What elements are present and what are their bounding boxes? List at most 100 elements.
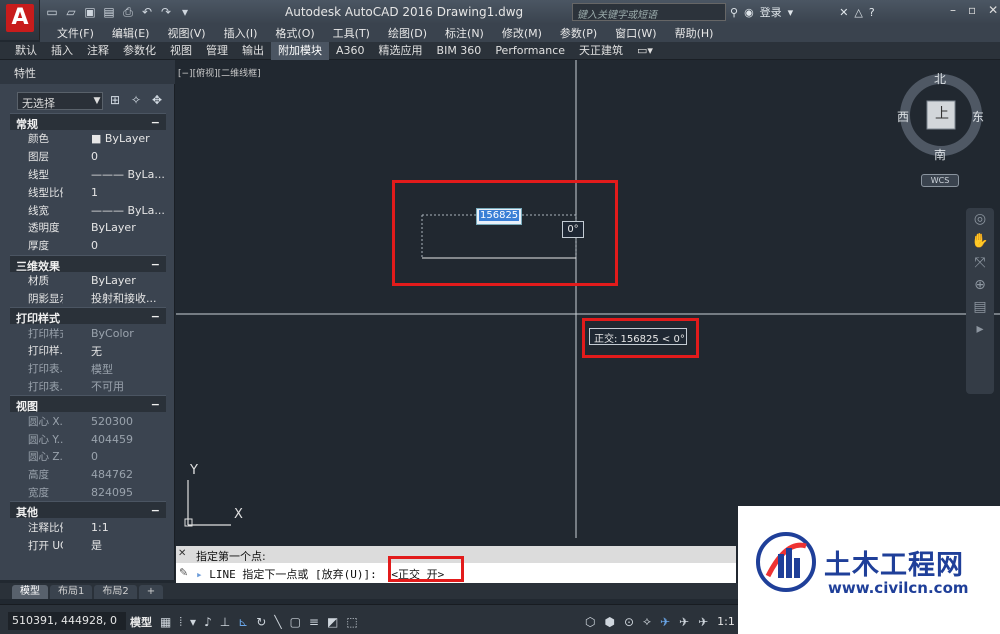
compass-south[interactable]: 南 — [934, 146, 946, 163]
property-value[interactable]: ——— ByLa... — [63, 204, 166, 217]
property-value[interactable]: 模型 — [63, 361, 166, 377]
layout-tab[interactable]: 模型 — [12, 585, 48, 599]
pan-icon[interactable]: ✋ — [966, 230, 994, 252]
section-header[interactable]: 视图 − — [10, 395, 166, 413]
section-header[interactable]: 常规 − — [10, 113, 166, 131]
layout-tab[interactable]: 布局2 — [94, 585, 137, 599]
snap-dropdown-icon[interactable]: ▾ — [190, 615, 196, 629]
sign-in-dropdown-icon[interactable]: ▾ — [788, 6, 794, 19]
ribbon-tab[interactable]: 管理 — [199, 42, 235, 60]
menu-item[interactable]: 编辑(E) — [103, 25, 159, 41]
viewport-controls[interactable]: [−][俯视][二维线框] — [178, 66, 261, 79]
annotation-visibility-icon[interactable]: ✈ — [660, 615, 670, 629]
property-row[interactable]: 注释比例1:1 — [10, 518, 166, 536]
grid-icon[interactable]: ▦ — [160, 615, 171, 629]
undo-icon[interactable]: ↶ — [139, 4, 155, 20]
layout-tab[interactable]: 布局1 — [50, 585, 93, 599]
ribbon-tab[interactable]: 注释 — [80, 42, 116, 60]
search-input[interactable]: 键入关键字或短语 — [572, 3, 726, 21]
redo-icon[interactable]: ↷ — [158, 4, 174, 20]
property-value[interactable]: 不可用 — [63, 378, 166, 394]
property-value[interactable]: ■ ByLayer — [63, 132, 166, 145]
zoom-extents-icon[interactable]: ⤧ — [966, 252, 994, 274]
menu-item[interactable]: 修改(M) — [493, 25, 551, 41]
collapse-icon[interactable]: − — [151, 258, 160, 271]
section-header[interactable]: 其他 − — [10, 501, 166, 519]
print-icon[interactable]: ⎙ — [120, 4, 136, 20]
property-row[interactable]: 厚度 0 — [10, 237, 166, 255]
toggle-pickadd-icon[interactable]: ⊞ — [108, 93, 122, 109]
lineweight-icon[interactable]: ≡ — [309, 615, 319, 629]
quick-select-icon[interactable]: ✥ — [150, 93, 164, 109]
property-value[interactable]: 484762 — [63, 468, 166, 481]
menu-item[interactable]: 文件(F) — [48, 25, 103, 41]
menu-item[interactable]: 帮助(H) — [666, 25, 723, 41]
property-value[interactable]: 0 — [63, 150, 166, 163]
binoculars-icon[interactable]: ⚲ — [730, 6, 738, 19]
property-value[interactable]: ByLayer — [63, 274, 166, 287]
select-objects-icon[interactable]: ✧ — [129, 93, 143, 109]
ribbon-tab[interactable]: 精选应用 — [372, 42, 430, 60]
help-icon[interactable]: ? — [869, 6, 875, 19]
osnap-icon[interactable]: ▢ — [290, 615, 301, 629]
property-value[interactable]: 1 — [63, 186, 166, 199]
3d-osnap-icon[interactable]: ⬡ — [585, 615, 595, 629]
dynamic-length-input[interactable]: 156825 — [476, 208, 522, 225]
ribbon-toggle-icon[interactable]: ▭▾ — [630, 42, 660, 60]
dynamic-ucs-icon[interactable]: ⬢ — [604, 615, 614, 629]
property-value[interactable]: 520300 — [63, 415, 166, 428]
collapse-icon[interactable]: − — [151, 398, 160, 411]
menu-item[interactable]: 插入(I) — [215, 25, 267, 41]
compass-east[interactable]: 东 — [972, 108, 984, 125]
selection-filter-icon[interactable]: ⊙ — [624, 615, 634, 629]
minimize-icon[interactable]: – — [950, 3, 956, 17]
close-icon[interactable]: ✕ — [988, 3, 998, 17]
ribbon-tab[interactable]: BIM 360 — [430, 42, 489, 60]
showmotion-icon[interactable]: ▤ — [966, 296, 994, 318]
layout-tab[interactable]: + — [138, 585, 164, 599]
ribbon-tab[interactable]: A360 — [329, 42, 372, 60]
selection-cycling-icon[interactable]: ⬚ — [346, 615, 357, 629]
property-value[interactable]: 0 — [63, 239, 166, 252]
infer-icon[interactable]: ♪ — [204, 615, 212, 629]
nav-expand-icon[interactable]: ▸ — [966, 318, 994, 340]
steering-wheel-icon[interactable]: ◎ — [966, 208, 994, 230]
snap-icon[interactable]: ⦙ — [179, 615, 182, 630]
ribbon-tab[interactable]: 输出 — [235, 42, 271, 60]
property-value[interactable]: 404459 — [63, 433, 166, 446]
property-value[interactable]: ByLayer — [63, 221, 166, 234]
property-row[interactable]: 颜色 ■ ByLayer — [10, 130, 166, 148]
property-value[interactable]: 824095 — [63, 486, 166, 499]
menu-item[interactable]: 绘图(D) — [379, 25, 436, 41]
menu-item[interactable]: 参数(P) — [551, 25, 606, 41]
wrench-icon[interactable]: ✎ — [179, 566, 188, 579]
viewcube-top-face[interactable]: 上 — [935, 103, 949, 123]
qat-dropdown-icon[interactable]: ▾ — [177, 4, 193, 20]
menu-item[interactable]: 标注(N) — [436, 25, 493, 41]
ribbon-tab[interactable]: 参数化 — [116, 42, 163, 60]
property-value[interactable]: ByColor — [63, 327, 166, 340]
exchange-icon[interactable]: ✕ — [839, 6, 848, 19]
menu-item[interactable]: 窗口(W) — [606, 25, 665, 41]
application-menu-button[interactable]: A — [0, 0, 40, 40]
ribbon-tab[interactable]: 视图 — [163, 42, 199, 60]
a360-icon[interactable]: △ — [854, 6, 862, 19]
property-row[interactable]: 阴影显示投射和接收... — [10, 289, 166, 307]
dynamic-angle-input[interactable]: 0° — [562, 221, 584, 238]
property-row[interactable]: 打开 UC...是 — [10, 536, 166, 554]
ribbon-tab[interactable]: 插入 — [44, 42, 80, 60]
compass-north[interactable]: 北 — [934, 70, 946, 87]
property-value[interactable]: 是 — [63, 537, 166, 553]
property-row[interactable]: 圆心 X...520300 — [10, 412, 166, 430]
chevron-down-icon[interactable]: ▼ — [91, 92, 103, 110]
isodraft-icon[interactable]: ╲ — [274, 615, 281, 629]
compass-west[interactable]: 西 — [897, 108, 909, 125]
property-row[interactable]: 打印样式ByColor — [10, 324, 166, 342]
property-row[interactable]: 透明度 ByLayer — [10, 219, 166, 237]
ribbon-tab[interactable]: 默认 — [8, 42, 44, 60]
property-value[interactable]: 投射和接收... — [63, 290, 166, 306]
property-row[interactable]: 高度 484762 — [10, 466, 166, 484]
ribbon-tab[interactable]: 附加模块 — [271, 41, 329, 60]
drawing-canvas[interactable] — [176, 60, 1000, 540]
property-row[interactable]: 线型 ——— ByLa... — [10, 166, 166, 184]
